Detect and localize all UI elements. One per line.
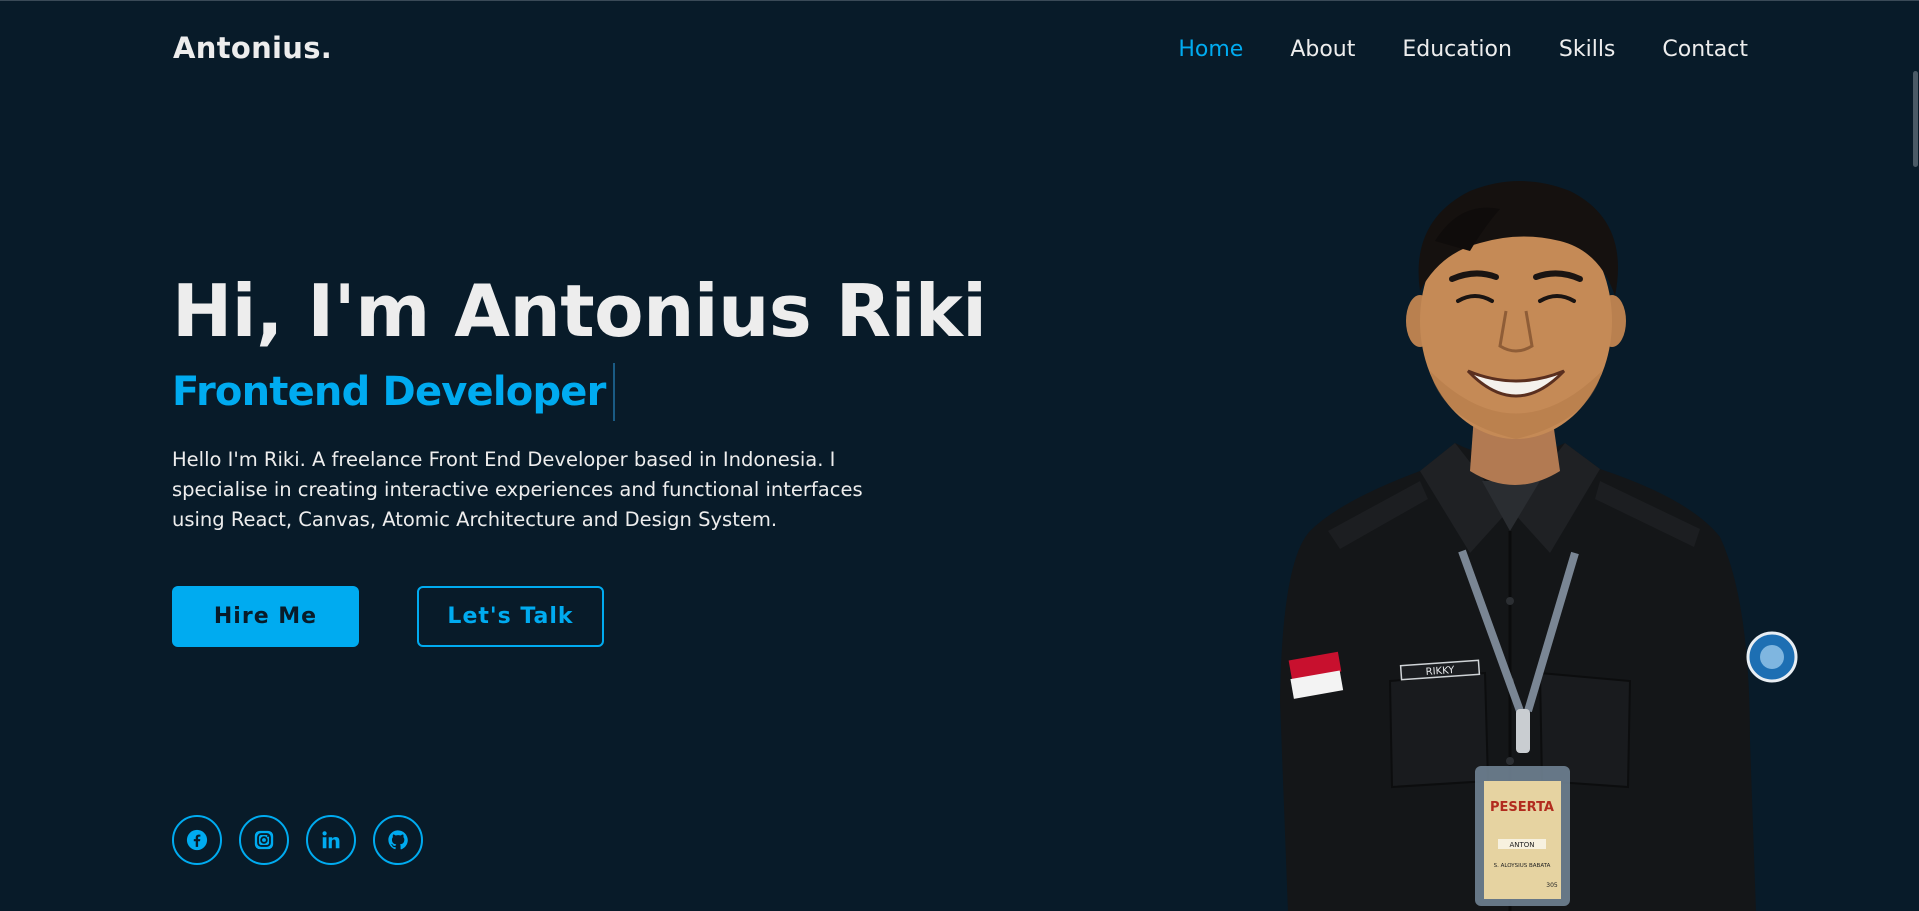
badge-name: ANTON [1509,841,1534,849]
nav-skills[interactable]: Skills [1559,37,1616,62]
portfolio-page: Antonius. Home About Education Skills Co… [0,0,1919,911]
site-logo[interactable]: Antonius. [173,31,332,65]
instagram-link[interactable] [239,815,289,865]
nav-about[interactable]: About [1290,37,1355,62]
profile-portrait: RIKKY PESERTA ANTON S. ALOYSIUS BABATA 3… [1280,181,1798,911]
page-scrollbar[interactable] [1912,1,1919,911]
hire-me-button[interactable]: Hire Me [172,586,359,647]
scrollbar-thumb[interactable] [1913,71,1918,167]
facebook-link[interactable] [172,815,222,865]
main-nav: Home About Education Skills Contact [1178,37,1748,62]
badge-number: 305 [1546,882,1558,889]
nav-home[interactable]: Home [1178,37,1243,62]
lets-talk-button[interactable]: Let's Talk [417,586,604,647]
name-tag-text: RIKKY [1425,665,1455,678]
github-icon [388,830,408,850]
hero-title: Hi, I'm Antonius Riki [172,269,987,353]
hero-description: Hello I'm Riki. A freelance Front End De… [172,448,863,531]
hero-role-text: Frontend Developer [172,369,606,415]
typing-caret [612,363,615,421]
hero-role: Frontend Developer [172,363,615,421]
github-link[interactable] [373,815,423,865]
nav-contact[interactable]: Contact [1662,37,1748,62]
nav-education[interactable]: Education [1402,37,1512,62]
social-links [172,815,423,865]
badge-title: PESERTA [1490,800,1554,815]
linkedin-link[interactable] [306,815,356,865]
linkedin-icon [322,831,340,849]
instagram-icon [254,830,274,850]
facebook-icon [186,829,208,851]
badge-school: S. ALOYSIUS BABATA [1494,863,1551,869]
